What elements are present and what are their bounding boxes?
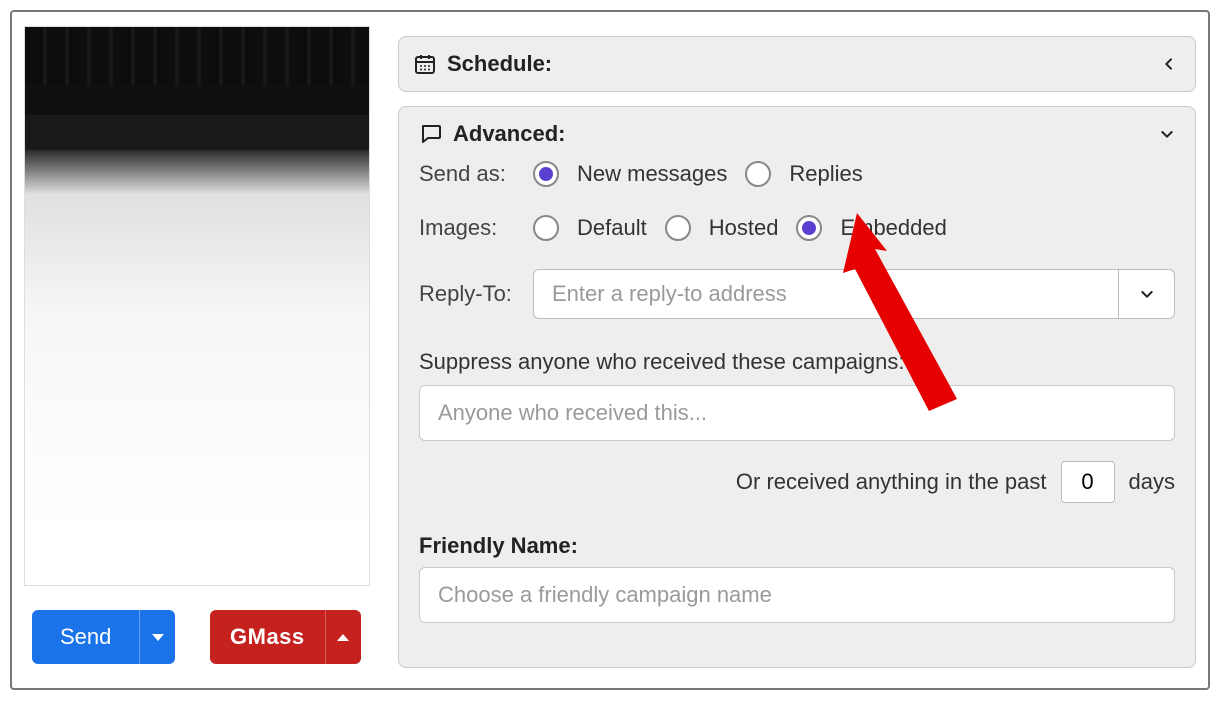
chevron-left-icon xyxy=(1161,56,1177,72)
chevron-down-icon xyxy=(1159,126,1175,142)
option-images-hosted: Hosted xyxy=(709,215,779,241)
radio-replies[interactable] xyxy=(745,161,771,187)
settings-panels: Schedule: Advanced: Send as: xyxy=(398,36,1196,678)
advanced-title: Advanced: xyxy=(453,121,565,147)
send-dropdown[interactable] xyxy=(139,610,175,664)
chevron-down-icon xyxy=(1139,286,1155,302)
images-label: Images: xyxy=(419,215,515,241)
compose-body-image xyxy=(24,26,370,586)
reply-to-label: Reply-To: xyxy=(419,281,519,307)
send-button-group: Send xyxy=(32,610,175,664)
friendly-name-label: Friendly Name: xyxy=(419,533,1175,559)
friendly-name-input[interactable] xyxy=(419,567,1175,623)
caret-up-icon xyxy=(337,634,349,641)
option-new-messages: New messages xyxy=(577,161,727,187)
suppress-input[interactable] xyxy=(419,385,1175,441)
past-days-row: Or received anything in the past days xyxy=(419,461,1175,503)
reply-to-input[interactable] xyxy=(533,269,1119,319)
send-as-row: Send as: New messages Replies xyxy=(419,161,1175,187)
radio-images-default[interactable] xyxy=(533,215,559,241)
suppress-label: Suppress anyone who received these campa… xyxy=(419,349,1175,375)
gmass-button[interactable]: GMass xyxy=(210,610,325,664)
option-images-default: Default xyxy=(577,215,647,241)
reply-to-row: Reply-To: xyxy=(419,269,1175,319)
option-replies: Replies xyxy=(789,161,862,187)
caret-down-icon xyxy=(152,634,164,641)
radio-images-embedded[interactable] xyxy=(796,215,822,241)
option-images-embedded: Embedded xyxy=(840,215,946,241)
app-frame: Send GMass Schedule: xyxy=(10,10,1210,690)
advanced-panel: Advanced: Send as: New messages Replies … xyxy=(398,106,1196,668)
past-days-input[interactable] xyxy=(1061,461,1115,503)
images-row: Images: Default Hosted Embedded xyxy=(419,215,1175,241)
reply-to-dropdown[interactable] xyxy=(1119,269,1175,319)
gmass-button-group: GMass xyxy=(210,610,361,664)
radio-images-hosted[interactable] xyxy=(665,215,691,241)
gmass-dropdown[interactable] xyxy=(325,610,361,664)
schedule-panel[interactable]: Schedule: xyxy=(398,36,1196,92)
past-days-suffix: days xyxy=(1129,469,1175,495)
schedule-title: Schedule: xyxy=(447,51,552,77)
advanced-header[interactable]: Advanced: xyxy=(419,121,1175,147)
send-as-label: Send as: xyxy=(419,161,515,187)
send-button[interactable]: Send xyxy=(32,610,139,664)
radio-new-messages[interactable] xyxy=(533,161,559,187)
comment-icon xyxy=(419,122,443,146)
past-days-prefix: Or received anything in the past xyxy=(736,469,1047,495)
calendar-icon xyxy=(413,52,437,76)
